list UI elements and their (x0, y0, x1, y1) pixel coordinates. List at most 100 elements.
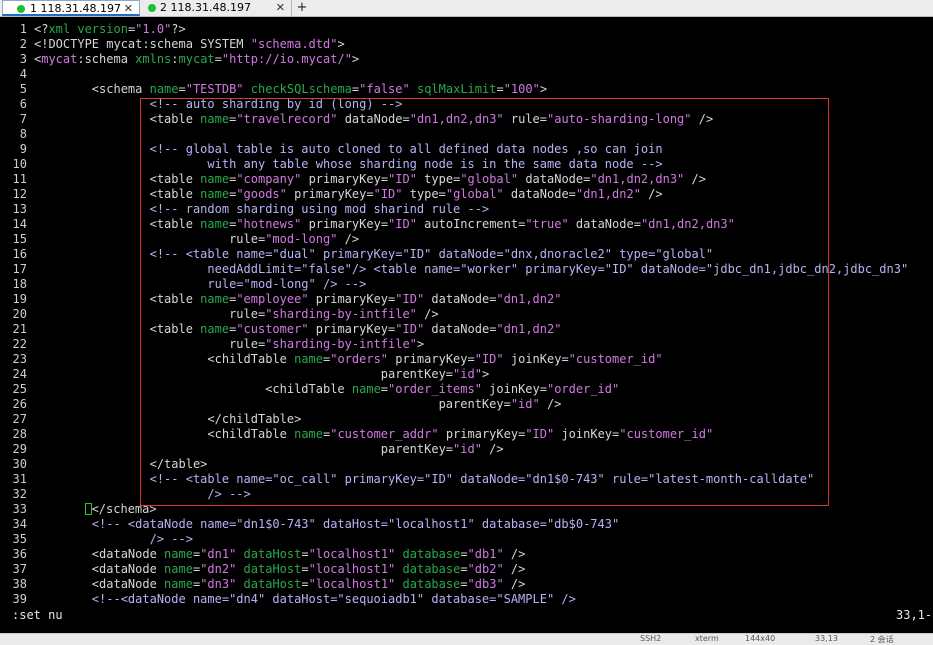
line-number: 1 (19, 22, 27, 36)
code-token: ?> (171, 22, 186, 36)
code-token: /> (503, 547, 526, 561)
code-token: "db2" (467, 562, 504, 576)
code-token: "dn1,dn2" (496, 292, 562, 306)
line-number: 13 (12, 202, 27, 216)
line-number: 19 (12, 292, 27, 306)
code-token: dataNode= (424, 292, 497, 306)
code-token: "1.0" (135, 22, 172, 36)
code-token: primaryKey= (308, 322, 396, 336)
code-line: 8 (0, 127, 933, 142)
code-token: "sharding-by-intfile" (265, 337, 417, 351)
code-token: = (460, 547, 468, 561)
terminal-status-bar: SSH2 xterm 144x40 33,13 2 会话 (0, 633, 933, 645)
tab-session-1[interactable]: 1 118.31.48.197 ✕ (2, 0, 140, 16)
code-line: 33 </schema> (0, 502, 933, 517)
close-icon[interactable]: ✕ (276, 0, 285, 15)
line-number: 15 (12, 232, 27, 246)
code-token: <schema (34, 82, 150, 96)
code-line: 10 with any table whose sharding node is… (0, 157, 933, 172)
code-token: <!-- <table name="dual" primaryKey="ID" … (34, 247, 714, 261)
code-token: "db1" (467, 547, 504, 561)
code-token: = (301, 562, 309, 576)
status-size: 144x40 (745, 634, 776, 643)
line-number: 25 (12, 382, 27, 396)
code-token: "ID" (388, 172, 417, 186)
code-token: name (294, 427, 323, 441)
code-line: 17 needAddLimit="false"/> <table name="w… (0, 262, 933, 277)
status-sessions: 2 会话 (870, 635, 894, 644)
code-token: "dn2" (200, 562, 237, 576)
vim-editor[interactable]: 1 <?xml version = "1.0"?> 2 <!DOCTYPE mycat:s… (0, 22, 933, 612)
code-line: 9 <!-- global table is auto cloned to al… (0, 142, 933, 157)
code-token: <dataNode (34, 562, 165, 576)
new-tab-button[interactable]: + (295, 0, 309, 16)
code-line: 12 <table name="goods" primaryKey="ID" t… (0, 187, 933, 202)
code-line: 13 <!-- random sharding using mod sharin… (0, 202, 933, 217)
code-token: <table (34, 187, 201, 201)
vim-command-line[interactable]: :set nu (12, 608, 63, 622)
code-line: 26 parentKey="id" /> (0, 397, 933, 412)
code-line: 36 <dataNode name="dn1" dataHost="localh… (0, 547, 933, 562)
code-token: "hotnews" (236, 217, 302, 231)
code-line: 18 rule="mod-long" /> --> (0, 277, 933, 292)
line-number: 39 (12, 592, 27, 606)
code-token: database (402, 562, 461, 576)
tab-label: 2 118.31.48.197 (160, 1, 251, 14)
code-token: = (380, 382, 389, 396)
code-token: joinKey= (554, 427, 620, 441)
code-token: name (200, 172, 230, 186)
code-token: type= (416, 172, 461, 186)
code-token: database (402, 547, 461, 561)
code-token: "ID" (474, 352, 504, 366)
line-number: 17 (12, 262, 27, 276)
code-line: 37 <dataNode name="dn2" dataHost="localh… (0, 562, 933, 577)
code-token: <table (34, 292, 201, 306)
line-number: 32 (12, 487, 27, 501)
code-token: name (294, 352, 323, 366)
code-token: "TESTDB" (185, 82, 244, 96)
code-token: dataNode= (337, 112, 410, 126)
text-cursor (84, 503, 92, 515)
code-token: <!-- auto sharding by id (long) --> (34, 97, 403, 111)
line-number: 20 (12, 307, 27, 321)
line-number: 29 (12, 442, 27, 456)
code-token: dataNode= (568, 217, 641, 231)
line-number: 28 (12, 427, 27, 441)
code-line: 14 <table name="hotnews" primaryKey="ID"… (0, 217, 933, 232)
code-token: primaryKey= (438, 427, 526, 441)
code-token: /> (640, 187, 663, 201)
code-token: "goods" (236, 187, 287, 201)
code-token: = (214, 52, 222, 66)
code-token: rule= (34, 337, 266, 351)
code-token: <table (34, 112, 201, 126)
code-token: "ID" (395, 322, 425, 336)
code-token: "true" (525, 217, 569, 231)
line-number: 6 (19, 97, 27, 111)
code-token: "db3" (467, 577, 504, 591)
code-token: "100" (503, 82, 540, 96)
code-token: "customer_id" (568, 352, 663, 366)
line-number: 12 (12, 187, 27, 201)
code-token: "dn1,dn2" (575, 187, 641, 201)
tab-session-2[interactable]: 2 118.31.48.197 ✕ (140, 0, 292, 16)
code-token: <!-- global table is auto cloned to all … (34, 142, 663, 156)
code-token: "customer_addr" (330, 427, 439, 441)
code-line: 31 <!-- <table name="oc_call" primaryKey… (0, 472, 933, 487)
line-number: 22 (12, 337, 27, 351)
line-number: 4 (19, 67, 27, 81)
line-number: 9 (19, 142, 27, 156)
code-token: > (539, 82, 548, 96)
code-token: /> (416, 307, 439, 321)
code-token: "dn1,dn2,dn3" (590, 172, 685, 186)
code-token: </table> (34, 457, 208, 471)
code-line: 34 <!-- <dataNode name="dn1$0-743" dataH… (0, 517, 933, 532)
line-number: 14 (12, 217, 27, 231)
code-token: /> (481, 442, 504, 456)
close-icon[interactable]: ✕ (124, 1, 133, 16)
code-token: = (496, 82, 504, 96)
code-token: primaryKey= (388, 352, 475, 366)
code-token: <dataNode (34, 577, 165, 591)
code-token: name (200, 217, 230, 231)
